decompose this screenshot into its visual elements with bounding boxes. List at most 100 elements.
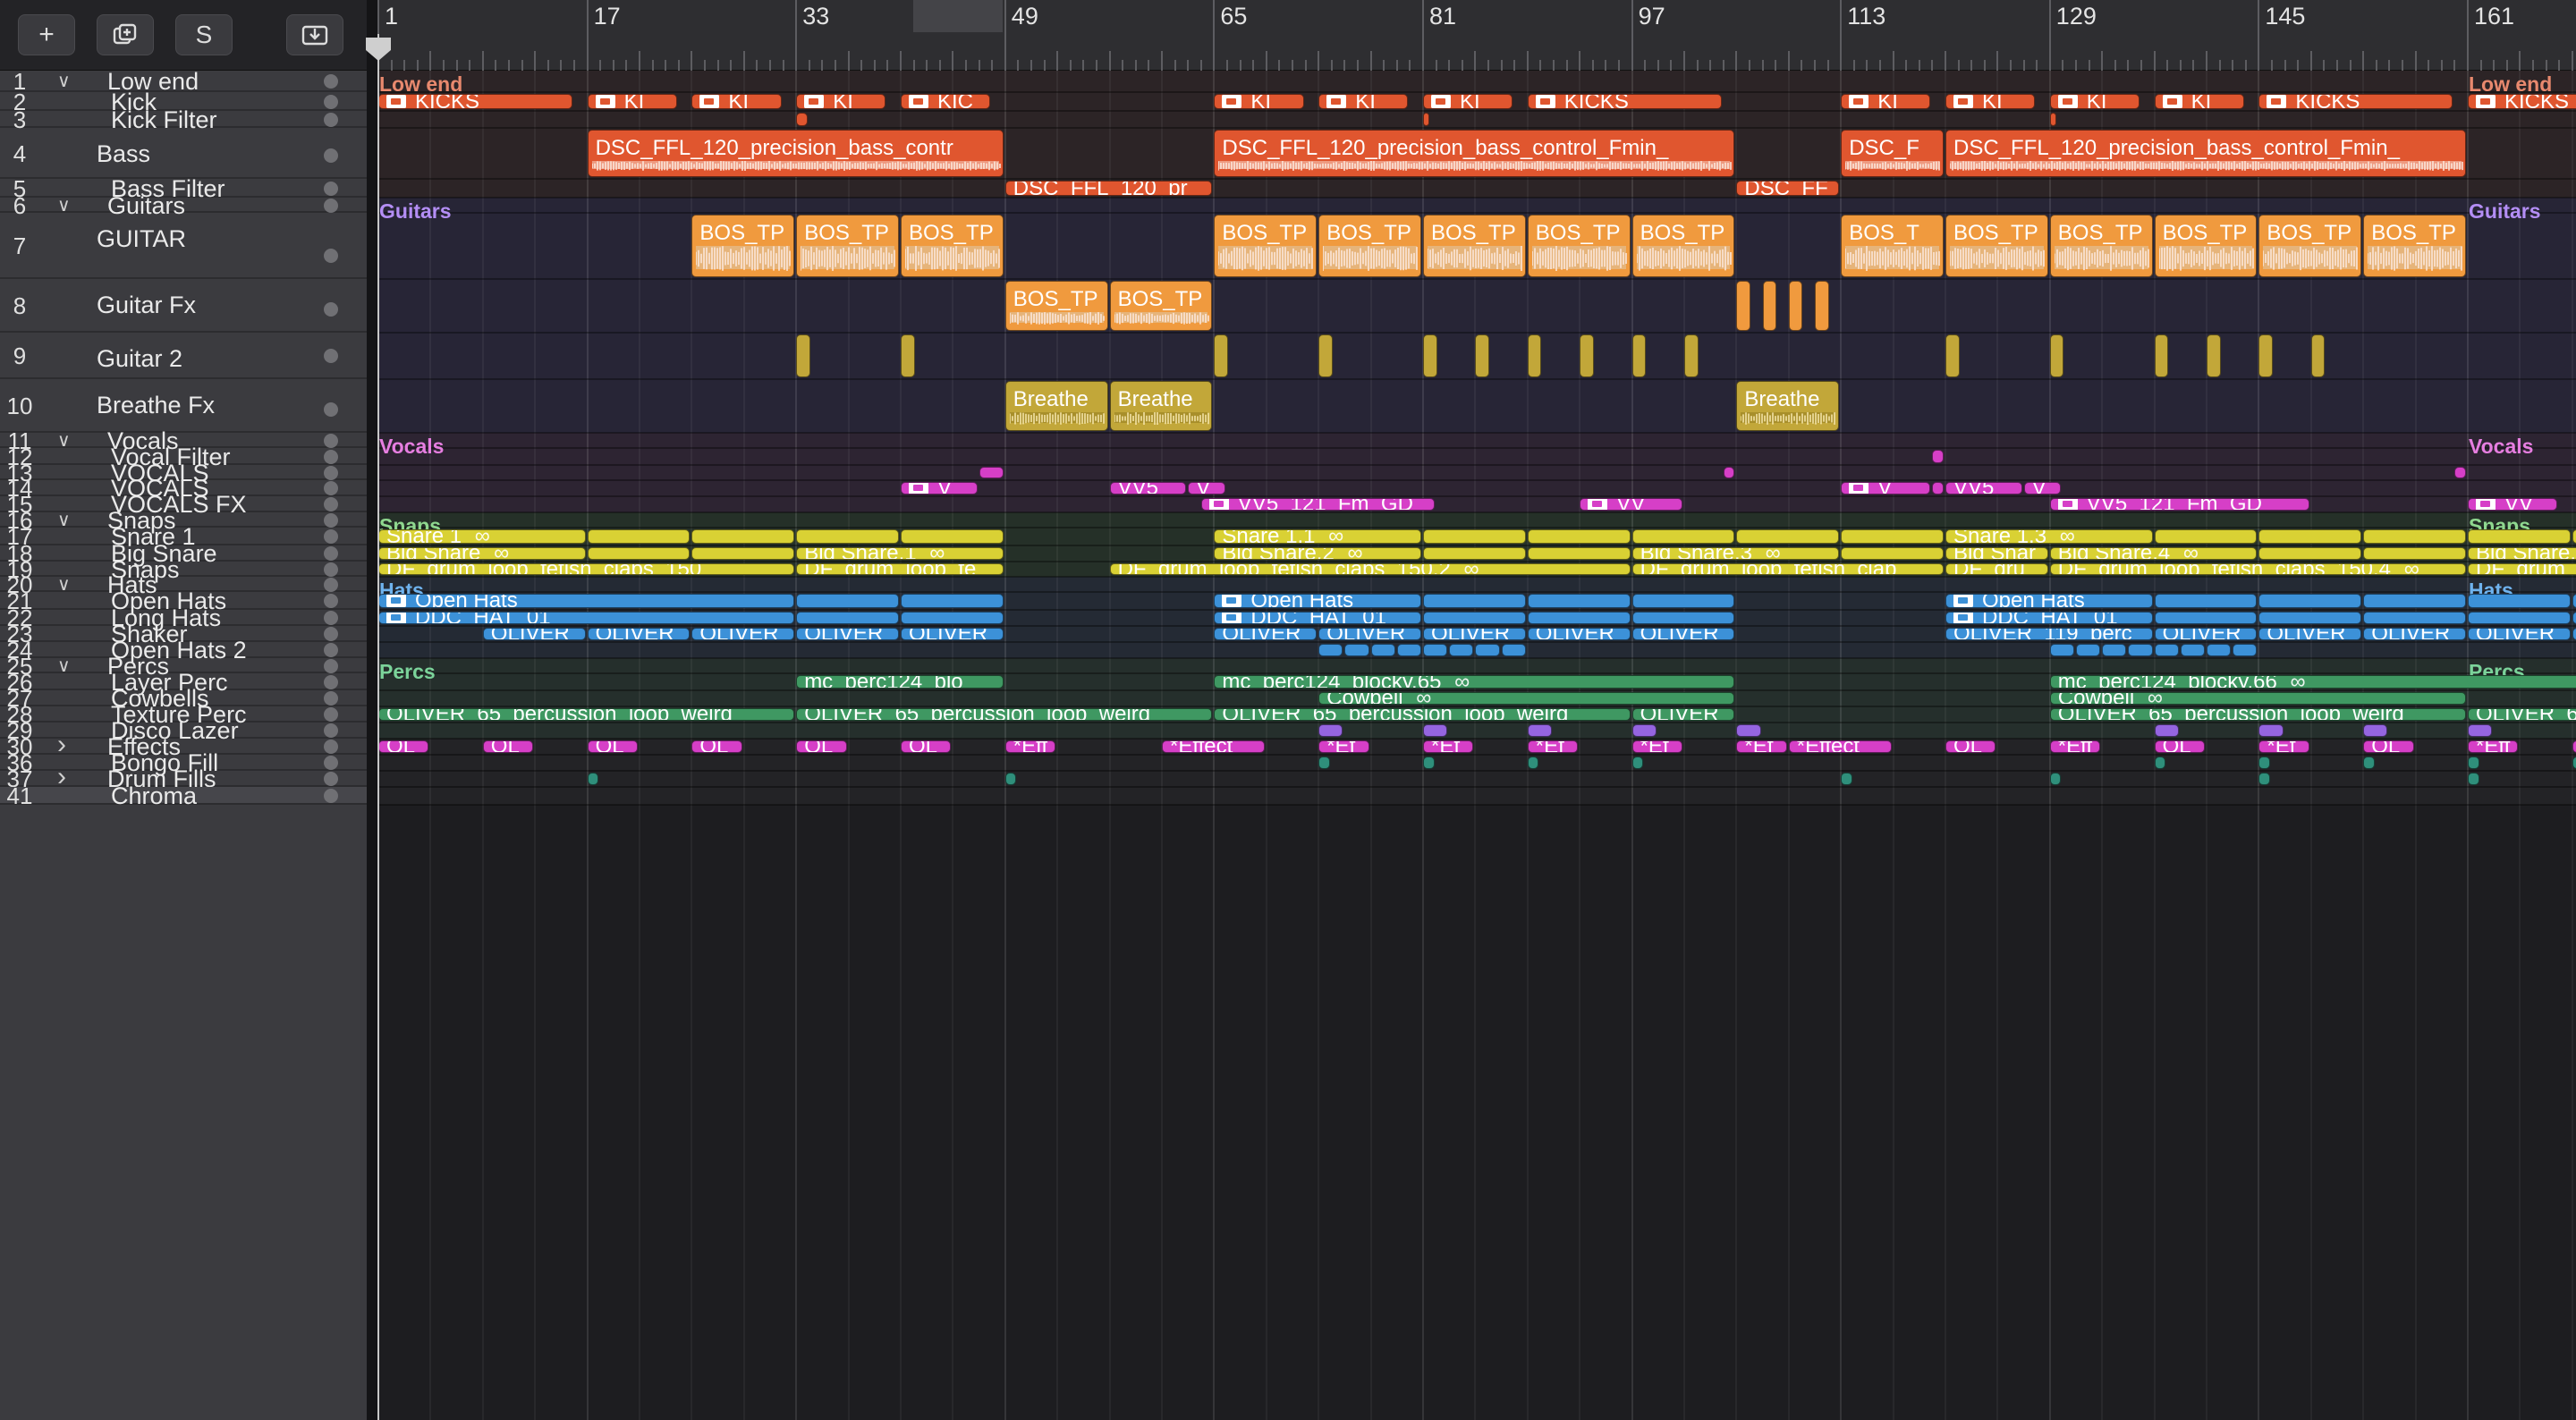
track-name[interactable]: GUITAR [97, 225, 186, 253]
region[interactable]: OL [2572, 740, 2576, 753]
region[interactable] [2572, 612, 2576, 624]
region[interactable] [2468, 756, 2479, 769]
region[interactable] [1318, 724, 1343, 737]
region[interactable]: VV5_ [1109, 482, 1187, 494]
region[interactable]: OLIVER_65_percussion_loop_weird_ [2468, 708, 2576, 721]
region[interactable] [2258, 756, 2270, 769]
region[interactable] [979, 467, 1004, 478]
region[interactable] [2258, 612, 2362, 624]
bar-ruler[interactable]: 1173349658197113129145161177193 [377, 0, 2576, 71]
region[interactable] [796, 612, 899, 624]
region[interactable]: OL [2363, 740, 2414, 753]
region[interactable] [1423, 644, 1448, 656]
region[interactable] [1475, 334, 1489, 377]
region[interactable]: DF_drum_loop_fetish_claps_150.5 ∞ [2468, 563, 2576, 575]
region[interactable]: OL [901, 740, 952, 753]
region[interactable]: Open Hats [378, 594, 795, 608]
header-divider[interactable] [367, 0, 377, 1420]
audio-region[interactable]: Breathe [1736, 381, 1840, 431]
track-header-4[interactable]: 4 Bass [0, 128, 367, 179]
audio-region[interactable]: Breathe [1109, 381, 1213, 431]
region[interactable]: OLIVER [901, 628, 1004, 640]
region[interactable]: *Ef [1423, 740, 1474, 753]
region[interactable] [2468, 773, 2479, 785]
region[interactable] [901, 334, 915, 377]
region[interactable] [2154, 724, 2179, 737]
region[interactable]: *Eff [2049, 740, 2101, 753]
region[interactable]: OLIVER [1527, 628, 1631, 640]
track-header-15[interactable]: 15 VOCALS FX [0, 491, 367, 518]
region[interactable] [2572, 529, 2576, 544]
region[interactable]: Snare 1 ∞ [378, 529, 586, 544]
region[interactable] [2049, 113, 2056, 126]
track-header-29[interactable]: 29 Disco Lazer [0, 717, 367, 744]
region[interactable] [1841, 773, 1852, 785]
region[interactable] [2049, 334, 2064, 377]
region[interactable] [2154, 529, 2258, 544]
add-track-button[interactable]: + [18, 14, 75, 55]
region[interactable] [2454, 467, 2466, 478]
region[interactable] [1318, 334, 1333, 377]
audio-region[interactable]: BOS_TP [1109, 281, 1213, 331]
region[interactable]: KI [691, 94, 782, 109]
region[interactable] [1527, 594, 1631, 608]
region[interactable]: Big Snare ∞ [378, 547, 586, 560]
audio-region[interactable]: BOS_TP [901, 215, 1004, 277]
region[interactable]: KI [587, 94, 677, 109]
region[interactable]: KI [1214, 94, 1304, 109]
region[interactable] [1527, 547, 1631, 560]
region[interactable] [901, 529, 1004, 544]
region[interactable]: DF_drum_loop_fe [796, 563, 1004, 575]
region[interactable] [1736, 281, 1750, 331]
region[interactable]: OLIVER [482, 628, 586, 640]
audio-region[interactable]: BOS_TP [1214, 215, 1318, 277]
region[interactable]: *Ef [1527, 740, 1579, 753]
region[interactable] [2258, 724, 2284, 737]
region[interactable] [1527, 724, 1552, 737]
region[interactable] [2363, 594, 2466, 608]
track-header-7[interactable]: 7 GUITAR [0, 213, 367, 279]
region[interactable]: KICKS [378, 94, 572, 109]
region[interactable]: KI [1945, 94, 2036, 109]
region[interactable] [1932, 482, 1944, 494]
region[interactable] [2154, 594, 2258, 608]
region[interactable]: V [1188, 482, 1225, 494]
region[interactable]: *Ef [1631, 740, 1682, 753]
region[interactable] [1423, 547, 1526, 560]
region[interactable]: DF_drum_loop_fetish_clap [1631, 563, 1944, 575]
track-header-6[interactable]: 6 ∨ Guitars [0, 192, 367, 219]
region[interactable] [1423, 724, 1448, 737]
region[interactable] [2310, 334, 2326, 377]
region[interactable] [1631, 334, 1647, 377]
region[interactable] [2128, 644, 2153, 656]
region[interactable]: Big Snare.3 ∞ [1631, 547, 1840, 560]
region[interactable]: VV5_ [1945, 482, 2022, 494]
region[interactable]: Big Snar [1945, 547, 2048, 560]
region[interactable]: OLIVER [2572, 628, 2576, 640]
region[interactable]: Cowbell ∞ [1318, 692, 1735, 705]
region[interactable]: OLIVER_65_percussion_loop_weird_ [796, 708, 1213, 721]
region[interactable]: OLIVER_65_percussion_loop_weird_ [1214, 708, 1631, 721]
region[interactable] [2154, 756, 2166, 769]
region[interactable]: OLIVER [1214, 628, 1318, 640]
audio-region[interactable]: BOS_TP [2154, 215, 2258, 277]
region[interactable]: OLIVER [2258, 628, 2362, 640]
audio-region[interactable]: BOS_TP [2258, 215, 2362, 277]
region[interactable] [1736, 724, 1761, 737]
track-header-19[interactable]: 19 Snaps [0, 556, 367, 583]
chevron-down-icon[interactable]: ∨ [57, 70, 71, 92]
region[interactable] [2076, 644, 2101, 656]
region[interactable] [2258, 334, 2273, 377]
region[interactable]: KI [2049, 94, 2140, 109]
track-name[interactable]: Bass [97, 140, 150, 168]
region[interactable] [2258, 594, 2362, 608]
region[interactable] [796, 529, 899, 544]
region[interactable]: OLIVER_65_percussion_loop_weird_ [2049, 708, 2466, 721]
region[interactable]: OL [2154, 740, 2205, 753]
region[interactable] [1214, 334, 1228, 377]
region[interactable]: DF_drum_loop_fetish_claps_150.2 ∞ [1109, 563, 1631, 575]
region[interactable]: DSC_FF [1736, 181, 1840, 196]
region[interactable]: *Effect [1788, 740, 1892, 753]
track-header-3[interactable]: 3 Kick Filter [0, 106, 367, 133]
region[interactable] [901, 612, 1004, 624]
